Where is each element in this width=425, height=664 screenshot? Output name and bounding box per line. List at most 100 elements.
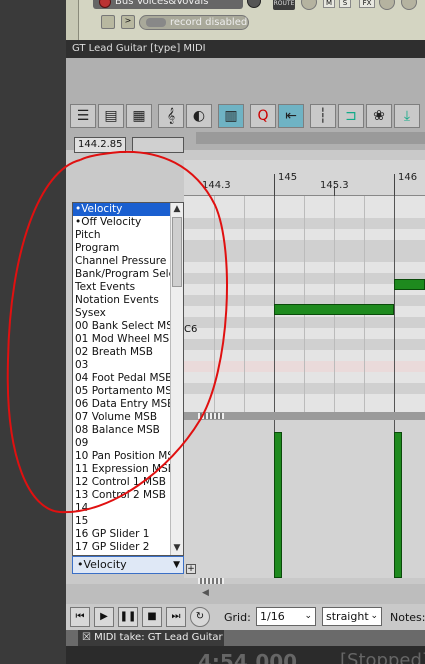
track-panel: Bus Voices&Vovals ROUTE M S FX > record …: [78, 0, 425, 40]
cc-list-item[interactable]: Program: [73, 242, 171, 255]
tab-label: MIDI take: GT Lead Guitar: [94, 632, 223, 643]
envelope-icon[interactable]: [401, 0, 417, 10]
notation-view-icon[interactable]: 𝄞: [158, 104, 184, 128]
snap-icon[interactable]: ⇤: [278, 104, 304, 128]
velocity-bar[interactable]: [394, 432, 402, 578]
phase-icon[interactable]: [301, 0, 317, 10]
cc-list-item[interactable]: 06 Data Entry MSB: [73, 398, 171, 411]
piano-roll-view-icon[interactable]: ☰: [70, 104, 96, 128]
track-header-area: Bus Voices&Vovals ROUTE M S FX > record …: [66, 0, 425, 40]
play-icon[interactable]: ▶: [94, 607, 114, 627]
volume-knob[interactable]: [247, 0, 261, 8]
record-mode-label: record disabled: [170, 17, 248, 28]
horizontal-scrollbar[interactable]: [196, 132, 425, 144]
lane-resize-grip[interactable]: [198, 413, 224, 419]
swing-select-value: straight: [326, 610, 369, 623]
grid-select[interactable]: 1/16 ⌄: [256, 607, 316, 626]
solo-button[interactable]: S: [339, 0, 351, 8]
timeline-ruler[interactable]: 144.3 145 145.3 146: [184, 160, 425, 196]
route-button[interactable]: ROUTE: [273, 0, 295, 10]
add-lane-button[interactable]: +: [186, 564, 196, 574]
tab-midi-take[interactable]: ☒ MIDI take: GT Lead Guitar: [78, 630, 224, 646]
named-notes-view-icon[interactable]: ▤: [98, 104, 124, 128]
ruler-label: 146: [398, 172, 418, 183]
velocity-lane[interactable]: [184, 420, 425, 578]
cc-list-item[interactable]: 17 GP Slider 2: [73, 541, 171, 554]
notes-label: Notes:: [390, 611, 425, 624]
cc-list-item[interactable]: Sysex: [73, 307, 171, 320]
chevron-down-icon: ⌄: [304, 611, 312, 621]
midi-editor: GT Lead Guitar [type] MIDI ☰ ▤ ▦ 𝄞 ◐ ▥ Q…: [66, 40, 425, 664]
cc-lane-select[interactable]: •Velocity ▼: [72, 556, 184, 574]
editor-title: GT Lead Guitar [type] MIDI: [66, 40, 425, 58]
grid-label: Grid:: [224, 611, 251, 624]
grid-icon[interactable]: ▥: [218, 104, 244, 128]
fx-bypass-icon[interactable]: [379, 0, 395, 10]
track-name[interactable]: Bus Voices&Vovals: [93, 0, 243, 9]
cc-list-item[interactable]: 07 Volume MSB: [73, 411, 171, 424]
play-state: [Stopped]: [340, 650, 425, 664]
cc-list-item[interactable]: Channel Pressure: [73, 255, 171, 268]
cc-list-item[interactable]: 12 Control 1 MSB: [73, 476, 171, 489]
ruler-label: 145.3: [320, 180, 349, 191]
event-list-view-icon[interactable]: ▦: [126, 104, 152, 128]
record-input-icon[interactable]: >: [121, 15, 135, 29]
velocity-bar[interactable]: [274, 432, 282, 578]
cc-list-item[interactable]: Notation Events: [73, 294, 171, 307]
record-monitor-icon[interactable]: [101, 15, 115, 29]
ruler-label: 145: [278, 172, 298, 183]
ruler-label: 144.3: [202, 180, 231, 191]
midi-note[interactable]: [274, 304, 394, 315]
cc-list-item[interactable]: 03: [73, 359, 171, 372]
grid-lines-icon[interactable]: ┆: [310, 104, 336, 128]
cc-lane-dropdown-list[interactable]: •Velocity •Off Velocity Pitch Program Channe…: [72, 202, 184, 556]
cc-list-item[interactable]: Bank/Program Sele: [73, 268, 171, 281]
cc-list-item[interactable]: •Velocity: [73, 203, 171, 216]
cc-list-item[interactable]: 10 Pan Position MSB: [73, 450, 171, 463]
scroll-down-icon[interactable]: ▼: [171, 542, 183, 555]
chase-icon[interactable]: ⤓: [394, 104, 420, 128]
loop-icon[interactable]: ⊐: [338, 104, 364, 128]
cc-list-item[interactable]: 14: [73, 502, 171, 515]
scroll-up-icon[interactable]: ▲: [171, 203, 183, 216]
cc-list-item[interactable]: 02 Breath MSB: [73, 346, 171, 359]
cc-list-item[interactable]: •Off Velocity: [73, 216, 171, 229]
cc-list-scrollbar[interactable]: ▲ ▼: [170, 203, 183, 555]
scroll-thumb[interactable]: [172, 217, 182, 287]
position-field[interactable]: 144.2.85: [74, 137, 126, 153]
chevron-down-icon: ▼: [173, 560, 180, 570]
mute-button[interactable]: M: [323, 0, 335, 8]
cc-list-item[interactable]: 04 Foot Pedal MSB: [73, 372, 171, 385]
bottom-scrollbar[interactable]: ◀: [66, 584, 425, 604]
pause-icon[interactable]: ❚❚: [118, 607, 138, 627]
color-notes-icon[interactable]: ◐: [186, 104, 212, 128]
cc-list-item[interactable]: 15: [73, 515, 171, 528]
grid-select-value: 1/16: [260, 610, 285, 623]
cc-list-item[interactable]: 16 GP Slider 1: [73, 528, 171, 541]
cc-list-item[interactable]: 09: [73, 437, 171, 450]
swing-select[interactable]: straight ⌄: [322, 607, 382, 626]
repeat-icon[interactable]: ↻: [190, 607, 210, 627]
cc-list-item[interactable]: Text Events: [73, 281, 171, 294]
cc-list-item[interactable]: 00 Bank Select MSB: [73, 320, 171, 333]
record-mode-toggle[interactable]: record disabled: [139, 15, 249, 30]
left-dark-strip: [0, 0, 66, 664]
cc-list-item[interactable]: 11 Expression MSB: [73, 463, 171, 476]
cc-list-item[interactable]: 13 Control 2 MSB: [73, 489, 171, 502]
stop-icon[interactable]: ■: [142, 607, 162, 627]
step-input-icon[interactable]: ❀: [366, 104, 392, 128]
cc-list-item[interactable]: 05 Portamento MSB: [73, 385, 171, 398]
quantize-icon[interactable]: Q: [250, 104, 276, 128]
go-to-end-icon[interactable]: ⏭: [166, 607, 186, 627]
transport-bar: ⏮ ▶ ❚❚ ■ ⏭ ↻ Grid: 1/16 ⌄ straight ⌄ Notes…: [66, 604, 425, 630]
cc-list-item[interactable]: 01 Mod Wheel MSB: [73, 333, 171, 346]
midi-note[interactable]: [394, 279, 425, 290]
fx-button[interactable]: FX: [359, 0, 375, 8]
piano-roll[interactable]: [184, 196, 425, 412]
length-field[interactable]: [132, 137, 184, 153]
go-to-start-icon[interactable]: ⏮: [70, 607, 90, 627]
scroll-left-icon[interactable]: ◀: [202, 588, 209, 598]
cc-list-item[interactable]: 08 Balance MSB: [73, 424, 171, 437]
close-icon[interactable]: ☒: [82, 632, 91, 643]
cc-list-item[interactable]: Pitch: [73, 229, 171, 242]
